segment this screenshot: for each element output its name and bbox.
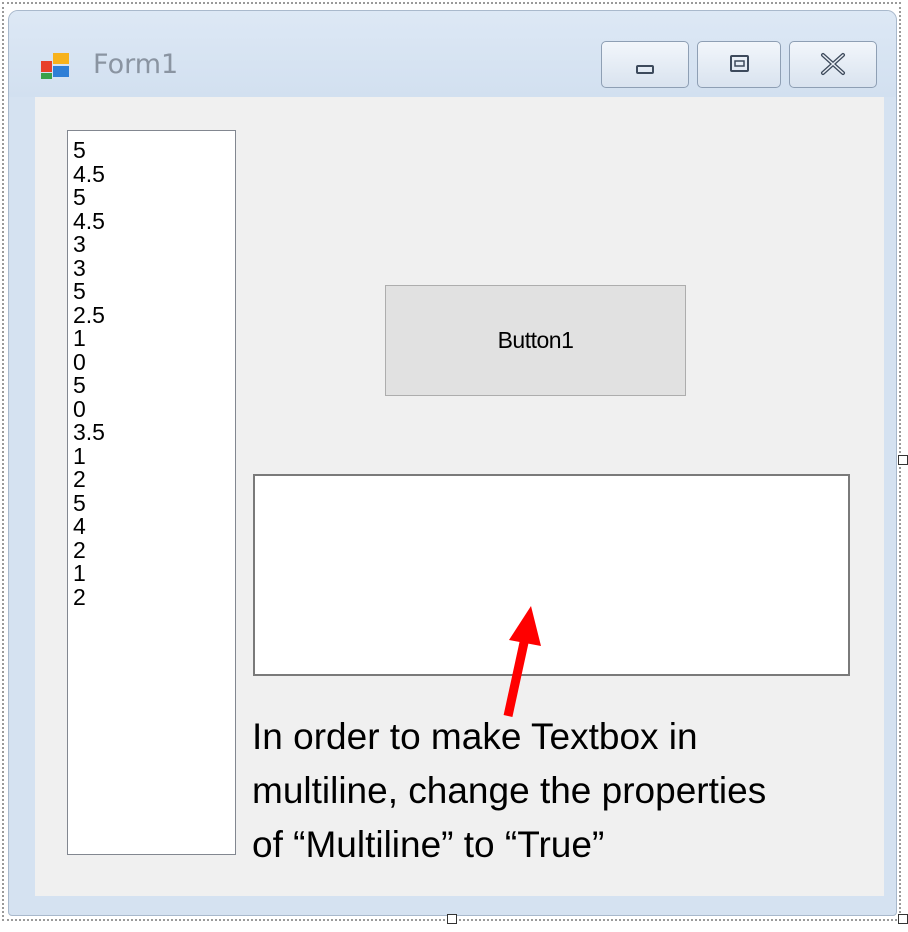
list-item[interactable]: 2 — [73, 538, 235, 563]
app-icon — [41, 53, 69, 79]
annotation-text: In order to make Textbox in multiline, c… — [252, 710, 892, 872]
window-title: Form1 — [93, 49, 179, 80]
list-item[interactable]: 5 — [73, 138, 235, 163]
close-button[interactable] — [789, 41, 877, 88]
list-item[interactable]: 5 — [73, 491, 235, 516]
list-item[interactable]: 0 — [73, 397, 235, 422]
button1[interactable]: Button1 — [385, 285, 686, 396]
list-item[interactable]: 5 — [73, 279, 235, 304]
close-icon — [821, 53, 845, 75]
list-item[interactable]: 1 — [73, 326, 235, 351]
list-item[interactable]: 2 — [73, 585, 235, 610]
list-item[interactable]: 1 — [73, 444, 235, 469]
minimize-icon — [636, 65, 654, 74]
list-item[interactable]: 3 — [73, 256, 235, 281]
list-item[interactable]: 3 — [73, 232, 235, 257]
multiline-textbox[interactable] — [253, 474, 850, 676]
minimize-button[interactable] — [601, 41, 689, 88]
list-item[interactable]: 2 — [73, 467, 235, 492]
list-item[interactable]: 4.5 — [73, 209, 235, 234]
list-item[interactable]: 1 — [73, 561, 235, 586]
list-item[interactable]: 5 — [73, 373, 235, 398]
annotation-line: multiline, change the properties — [252, 770, 767, 811]
maximize-button[interactable] — [697, 41, 781, 88]
maximize-icon — [730, 55, 749, 72]
resize-handle-bottom[interactable] — [447, 914, 457, 924]
list-item[interactable]: 4.5 — [73, 162, 235, 187]
designer-canvas: Form1 5 4.5 5 4.5 3 3 5 2.5 1 0 5 0 3.5 … — [0, 0, 908, 932]
list-item[interactable]: 5 — [73, 185, 235, 210]
listbox[interactable]: 5 4.5 5 4.5 3 3 5 2.5 1 0 5 0 3.5 1 2 5 … — [67, 130, 236, 855]
resize-handle-corner[interactable] — [898, 914, 908, 924]
annotation-line: In order to make Textbox in — [252, 716, 698, 757]
resize-handle-right[interactable] — [898, 455, 908, 465]
list-item[interactable]: 2.5 — [73, 303, 235, 328]
title-bar[interactable]: Form1 — [9, 11, 896, 97]
list-item[interactable]: 4 — [73, 514, 235, 539]
list-item[interactable]: 0 — [73, 350, 235, 375]
list-item[interactable]: 3.5 — [73, 420, 235, 445]
annotation-line: of “Multiline” to “True” — [252, 824, 605, 865]
